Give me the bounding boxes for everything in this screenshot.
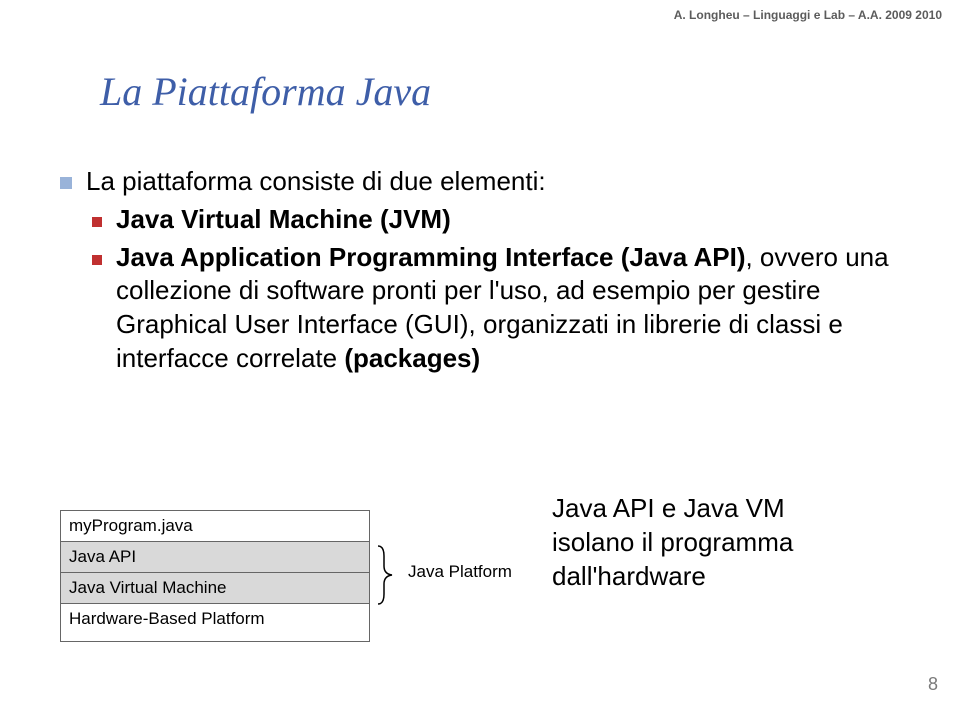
slide-title: La Piattaforma Java [100,68,431,115]
brace-icon [374,544,402,606]
diagram-row-program: myProgram.java [60,510,370,542]
sub-bullet-icon [92,217,102,227]
sub-bullet-text-1: Java Virtual Machine (JVM) [116,203,451,237]
platform-diagram: myProgram.java Java API Java Virtual Mac… [60,490,580,665]
diagram-row-api: Java API [60,542,370,573]
caption-line-2: isolano il programma [552,526,793,560]
bullet-item-1: La piattaforma consiste di due elementi: [60,165,930,199]
sub-bullet-item-1: Java Virtual Machine (JVM) [60,203,930,237]
diagram-row-hardware: Hardware-Based Platform [60,604,370,642]
sub-bullet-item-2: Java Application Programming Interface (… [60,241,930,376]
platform-label: Java Platform [408,562,512,582]
caption-line-3: dall'hardware [552,560,793,594]
sub-bullet-text-2: Java Application Programming Interface (… [116,241,930,376]
diagram-caption: Java API e Java VM isolano il programma … [552,492,793,593]
jvm-bold: Java Virtual Machine (JVM) [116,204,451,234]
sub-bullet-icon [92,255,102,265]
caption-line-1: Java API e Java VM [552,492,793,526]
slide-content: La piattaforma consiste di due elementi:… [60,165,930,380]
slide-header: A. Longheu – Linguaggi e Lab – A.A. 2009… [674,8,942,22]
page-number: 8 [928,674,938,695]
api-bold-start: Java Application Programming Interface (… [116,242,745,272]
packages-bold: (packages) [344,343,480,373]
bullet-icon [60,177,72,189]
diagram-row-jvm: Java Virtual Machine [60,573,370,604]
bullet-text-1: La piattaforma consiste di due elementi: [86,165,546,199]
diagram-stack: myProgram.java Java API Java Virtual Mac… [60,510,370,642]
